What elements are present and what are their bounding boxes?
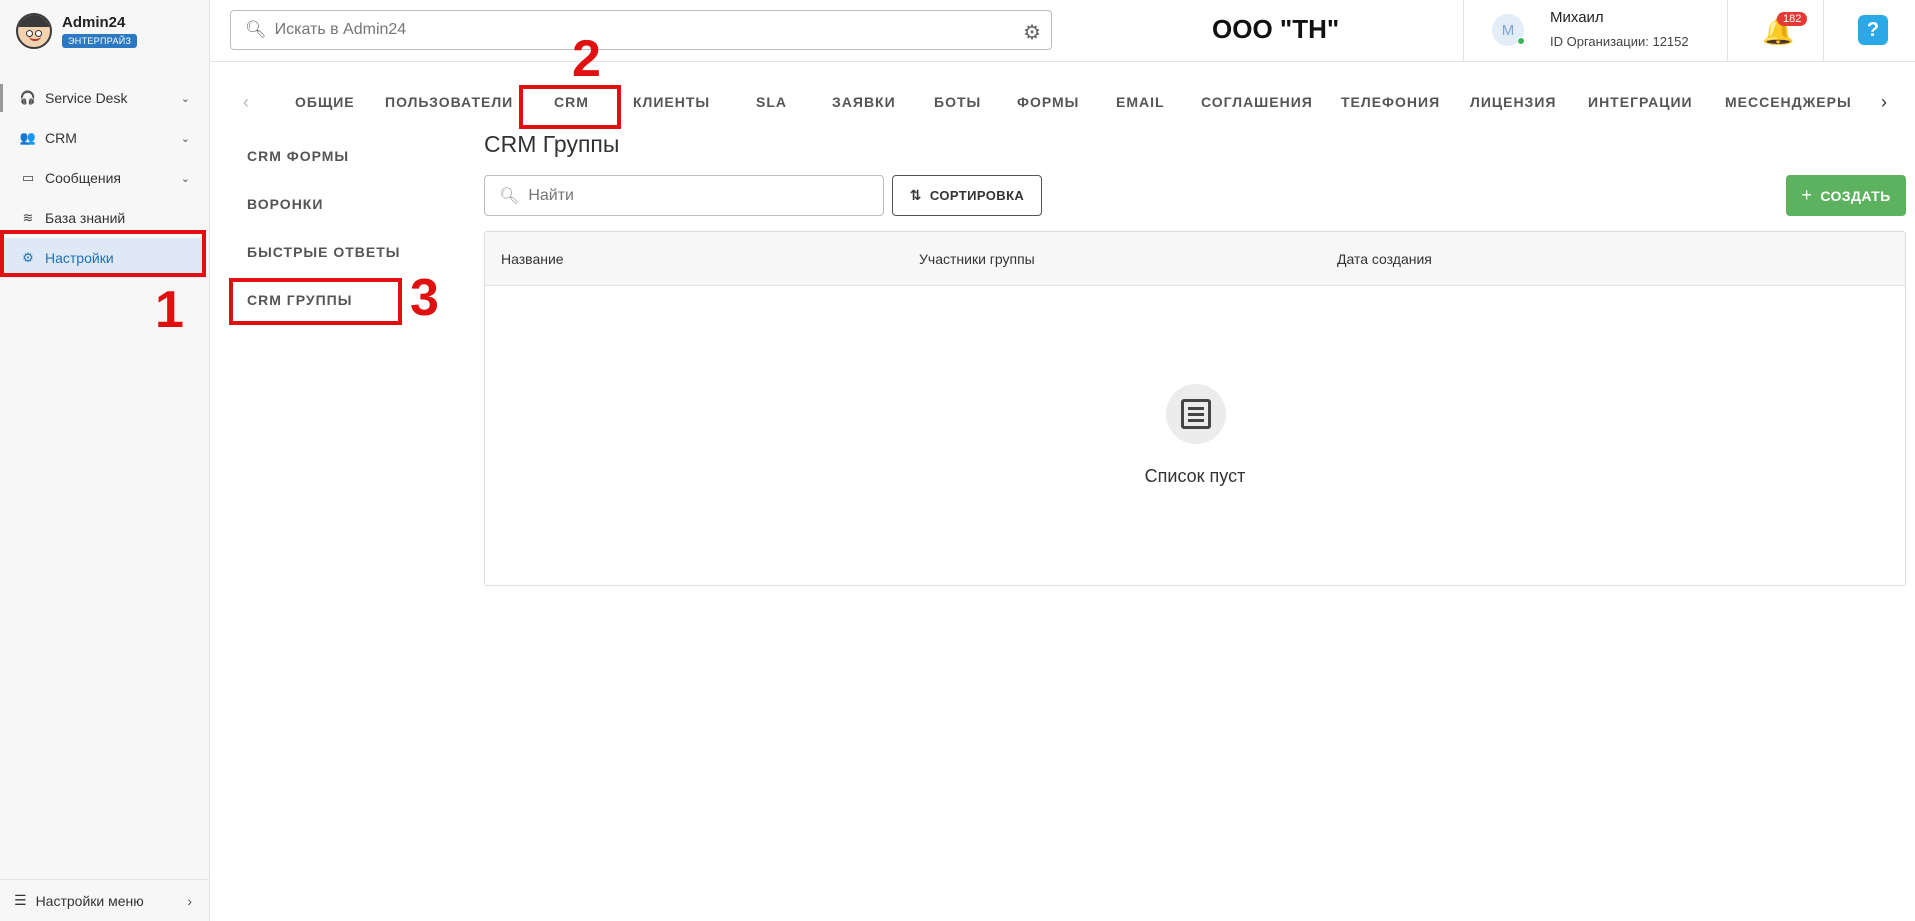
create-label: СОЗДАТЬ xyxy=(1820,187,1891,204)
help-button[interactable]: ? xyxy=(1858,15,1888,45)
empty-list-icon xyxy=(1166,384,1226,444)
column-header-created[interactable]: Дата создания xyxy=(1337,232,1432,286)
plan-badge: ЭНТЕРПРАЙЗ xyxy=(62,33,138,48)
search-settings-icon[interactable]: ⚙ xyxy=(1023,20,1041,45)
sidebar-item-label: CRM xyxy=(45,130,77,146)
sidebar-item-knowledge-base[interactable]: ≋ База знаний xyxy=(0,198,210,238)
tab-users[interactable]: ПОЛЬЗОВАТЕЛИ xyxy=(385,82,513,122)
tab-integrations[interactable]: ИНТЕГРАЦИИ xyxy=(1588,82,1693,122)
sidebar-nav: 🎧 Service Desk ⌄ 👥 CRM ⌄ ▭ Сообщения ⌄ ≋… xyxy=(0,78,210,278)
database-icon: ≋ xyxy=(22,210,34,225)
tab-email[interactable]: EMAIL xyxy=(1116,82,1165,122)
search-icon: 🔍︎ xyxy=(245,20,267,39)
tab-messengers[interactable]: МЕССЕНДЖЕРЫ xyxy=(1725,82,1852,122)
sidebar-item-label: Service Desk xyxy=(45,90,128,106)
column-header-members[interactable]: Участники группы xyxy=(919,232,1035,286)
chat-icon: ▭ xyxy=(21,170,35,185)
column-header-name[interactable]: Название xyxy=(501,232,564,286)
annotation-number-3: 3 xyxy=(410,269,439,327)
submenu-crm-groups[interactable]: CRM ГРУППЫ xyxy=(247,292,352,308)
divider xyxy=(1463,0,1464,62)
divider xyxy=(1727,0,1728,62)
tab-bots[interactable]: БОТЫ xyxy=(934,82,981,122)
notification-count-badge: 182 xyxy=(1777,12,1808,26)
tab-sla[interactable]: SLA xyxy=(756,82,787,122)
tab-license[interactable]: ЛИЦЕНЗИЯ xyxy=(1470,82,1556,122)
sort-icon: ⇅ xyxy=(909,187,922,203)
sidebar: Admin24 ЭНТЕРПРАЙЗ 🎧 Service Desk ⌄ 👥 CR… xyxy=(0,0,210,921)
sidebar-item-messages[interactable]: ▭ Сообщения ⌄ xyxy=(0,158,210,198)
chevron-down-icon: ⌄ xyxy=(180,92,190,105)
tab-agreements[interactable]: СОГЛАШЕНИЯ xyxy=(1201,82,1313,122)
divider xyxy=(1823,0,1824,62)
sidebar-item-service-desk[interactable]: 🎧 Service Desk ⌄ xyxy=(0,78,210,118)
top-bar: 🔍︎ ⚙ ООО "ТН" М Михаил ID Организации: 1… xyxy=(210,0,1915,62)
table-header: Название Участники группы Дата создания xyxy=(485,232,1905,286)
headset-icon: 🎧 xyxy=(19,90,37,105)
chevron-right-icon: › xyxy=(187,892,192,909)
menu-settings-label: Настройки меню xyxy=(35,892,144,909)
global-search-input[interactable] xyxy=(274,21,975,39)
find-field[interactable]: 🔍︎ xyxy=(484,175,884,216)
annotation-number-1: 1 xyxy=(155,281,184,339)
groups-table: Название Участники группы Дата создания … xyxy=(484,231,1906,586)
organization-title: ООО "ТН" xyxy=(1212,14,1340,44)
sidebar-item-label: База знаний xyxy=(45,210,126,226)
create-button[interactable]: + СОЗДАТЬ xyxy=(1786,175,1906,216)
tab-clients[interactable]: КЛИЕНТЫ xyxy=(633,82,710,122)
sort-label: СОРТИРОВКА xyxy=(929,188,1025,203)
tab-forms[interactable]: ФОРМЫ xyxy=(1017,82,1079,122)
tab-general[interactable]: ОБЩИЕ xyxy=(295,82,355,122)
sidebar-item-label: Настройки xyxy=(45,250,114,266)
brand-name: Admin24 xyxy=(62,13,126,31)
user-name: Михаил xyxy=(1550,9,1604,26)
chevron-right-icon[interactable]: › xyxy=(1881,82,1887,122)
user-initial: М xyxy=(1501,21,1515,39)
search-icon: 🔍︎ xyxy=(499,187,520,205)
tab-telephony[interactable]: ТЕЛЕФОНИЯ xyxy=(1341,82,1440,122)
plus-icon: + xyxy=(1801,185,1813,205)
users-icon: 👥 xyxy=(19,130,37,145)
menu-settings-button[interactable]: ☰ Настройки меню › xyxy=(0,879,210,921)
annotation-number-2: 2 xyxy=(572,30,601,88)
online-status-dot xyxy=(1517,37,1525,45)
chevron-down-icon: ⌄ xyxy=(180,172,190,185)
submenu-crm-forms[interactable]: CRM ФОРМЫ xyxy=(247,148,349,164)
list-icon: ☰ xyxy=(14,892,27,908)
chevron-left-icon[interactable]: ‹ xyxy=(243,82,249,122)
chevron-down-icon: ⌄ xyxy=(180,132,190,145)
sort-button[interactable]: ⇅ СОРТИРОВКА xyxy=(892,175,1042,216)
brand-logo xyxy=(16,13,52,49)
submenu-quick-replies[interactable]: БЫСТРЫЕ ОТВЕТЫ xyxy=(247,244,401,260)
organization-id: ID Организации: 12152 xyxy=(1550,34,1689,49)
settings-tabs: ‹ ОБЩИЕ ПОЛЬЗОВАТЕЛИ CRM КЛИЕНТЫ SLA ЗАЯ… xyxy=(210,82,1915,122)
gear-icon: ⚙ xyxy=(22,250,34,265)
submenu-funnels[interactable]: ВОРОНКИ xyxy=(247,196,323,212)
tab-requests[interactable]: ЗАЯВКИ xyxy=(832,82,896,122)
sidebar-item-crm[interactable]: 👥 CRM ⌄ xyxy=(0,118,210,158)
sidebar-item-label: Сообщения xyxy=(45,170,121,186)
global-search[interactable]: 🔍︎ ⚙ xyxy=(230,10,1052,50)
tab-crm[interactable]: CRM xyxy=(554,82,589,122)
find-input[interactable] xyxy=(528,186,869,205)
user-avatar[interactable]: М xyxy=(1492,14,1525,46)
brand[interactable]: Admin24 ЭНТЕРПРАЙЗ xyxy=(0,0,210,62)
page-title: CRM Группы xyxy=(484,131,620,157)
sidebar-item-settings[interactable]: ⚙ Настройки xyxy=(4,238,206,278)
empty-state-text: Список пуст xyxy=(1144,466,1246,486)
